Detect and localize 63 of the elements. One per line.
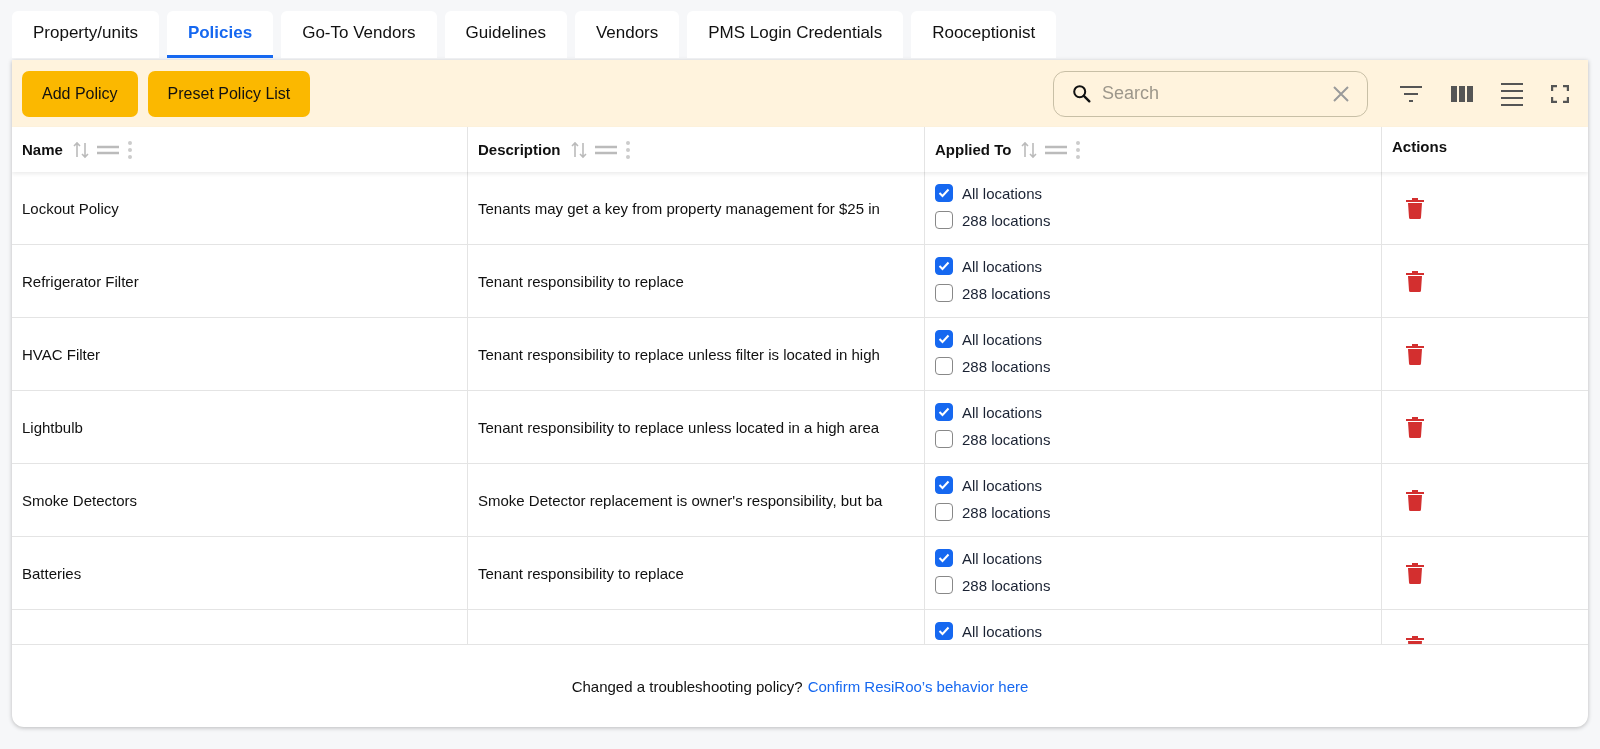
- checkbox-label: All locations: [962, 622, 1043, 640]
- checkbox[interactable]: [935, 622, 953, 640]
- checkbox[interactable]: [935, 503, 953, 521]
- filter-icon[interactable]: [1399, 84, 1423, 103]
- action-button[interactable]: Preset Policy List: [147, 70, 311, 117]
- table-cell: Lightbulb: [22, 418, 83, 436]
- checkbox-label: 288 locations: [962, 284, 1051, 302]
- table-cell: Tenants may get a key from property management for $25 in: [478, 199, 880, 217]
- drag-handle-icon[interactable]: [96, 144, 119, 155]
- checkbox[interactable]: [935, 576, 953, 594]
- tab[interactable]: PMS Login Credentials: [687, 11, 904, 58]
- table-cell: Lockout Policy: [22, 199, 119, 217]
- table-cell: Batteries: [22, 564, 82, 582]
- drag-handle-icon[interactable]: [1045, 144, 1068, 155]
- tab[interactable]: Property/units: [12, 11, 159, 58]
- checkbox-label: All locations: [962, 549, 1043, 567]
- column-header: Actions: [1392, 138, 1447, 155]
- table-cell: Tenant responsibility to replace unless located in a high area: [478, 418, 880, 436]
- column-header: Name: [22, 141, 63, 158]
- checkbox[interactable]: [935, 357, 953, 375]
- checkbox[interactable]: [935, 184, 953, 202]
- drag-handle-icon[interactable]: [594, 144, 617, 155]
- checkbox[interactable]: [935, 549, 953, 567]
- table-cell: Tenant responsibility to replace unless filter is located in high: [478, 345, 880, 363]
- checkbox-label: All locations: [962, 403, 1043, 421]
- footer-text: Changed a troubleshooting policy?: [571, 677, 803, 695]
- tab[interactable]: Go-To Vendors: [281, 11, 437, 58]
- tab[interactable]: Guidelines: [444, 11, 567, 58]
- table-cell: Smoke Detector replacement is owner's responsibility, but ba: [478, 491, 883, 509]
- table-cell: Refrigerator Filter: [22, 272, 139, 290]
- tab[interactable]: Vendors: [574, 11, 680, 58]
- checkbox-label: 288 locations: [962, 357, 1051, 375]
- checkbox[interactable]: [935, 403, 953, 421]
- checkbox-label: 288 locations: [962, 211, 1051, 229]
- checkbox-label: All locations: [962, 330, 1043, 348]
- checkbox[interactable]: [935, 257, 953, 275]
- table-cell: Tenant responsibility to replace: [478, 564, 684, 582]
- action-button[interactable]: Add Policy: [22, 70, 138, 117]
- table-cell: Smoke Detectors: [22, 491, 138, 509]
- search-field[interactable]: Search: [1053, 70, 1368, 117]
- checkbox[interactable]: [935, 430, 953, 448]
- clear-icon[interactable]: [1332, 84, 1350, 103]
- checkbox-label: All locations: [962, 476, 1043, 494]
- table-cell: HVAC Filter: [22, 345, 101, 363]
- column-header: Applied To: [935, 141, 1012, 158]
- density-icon[interactable]: [1501, 81, 1523, 106]
- checkbox-label: 288 locations: [962, 576, 1051, 594]
- columns-icon[interactable]: [1451, 84, 1473, 103]
- tab[interactable]: Rooceptionist: [911, 11, 1057, 58]
- checkbox[interactable]: [935, 330, 953, 348]
- confirm-link[interactable]: Confirm ResiRoo’s behavior here: [807, 677, 1029, 695]
- checkbox[interactable]: [935, 476, 953, 494]
- column-header: Description: [478, 141, 561, 158]
- checkbox-label: All locations: [962, 184, 1043, 202]
- checkbox-label: 288 locations: [962, 503, 1051, 521]
- table-cell: Tenant responsibility to replace: [478, 272, 684, 290]
- checkbox-label: All locations: [962, 257, 1043, 275]
- tab[interactable]: Policies: [166, 11, 274, 58]
- checkbox[interactable]: [935, 211, 953, 229]
- checkbox[interactable]: [935, 284, 953, 302]
- checkbox-label: 288 locations: [962, 430, 1051, 448]
- fullscreen-icon[interactable]: [1551, 84, 1569, 103]
- search-icon: [1071, 82, 1093, 105]
